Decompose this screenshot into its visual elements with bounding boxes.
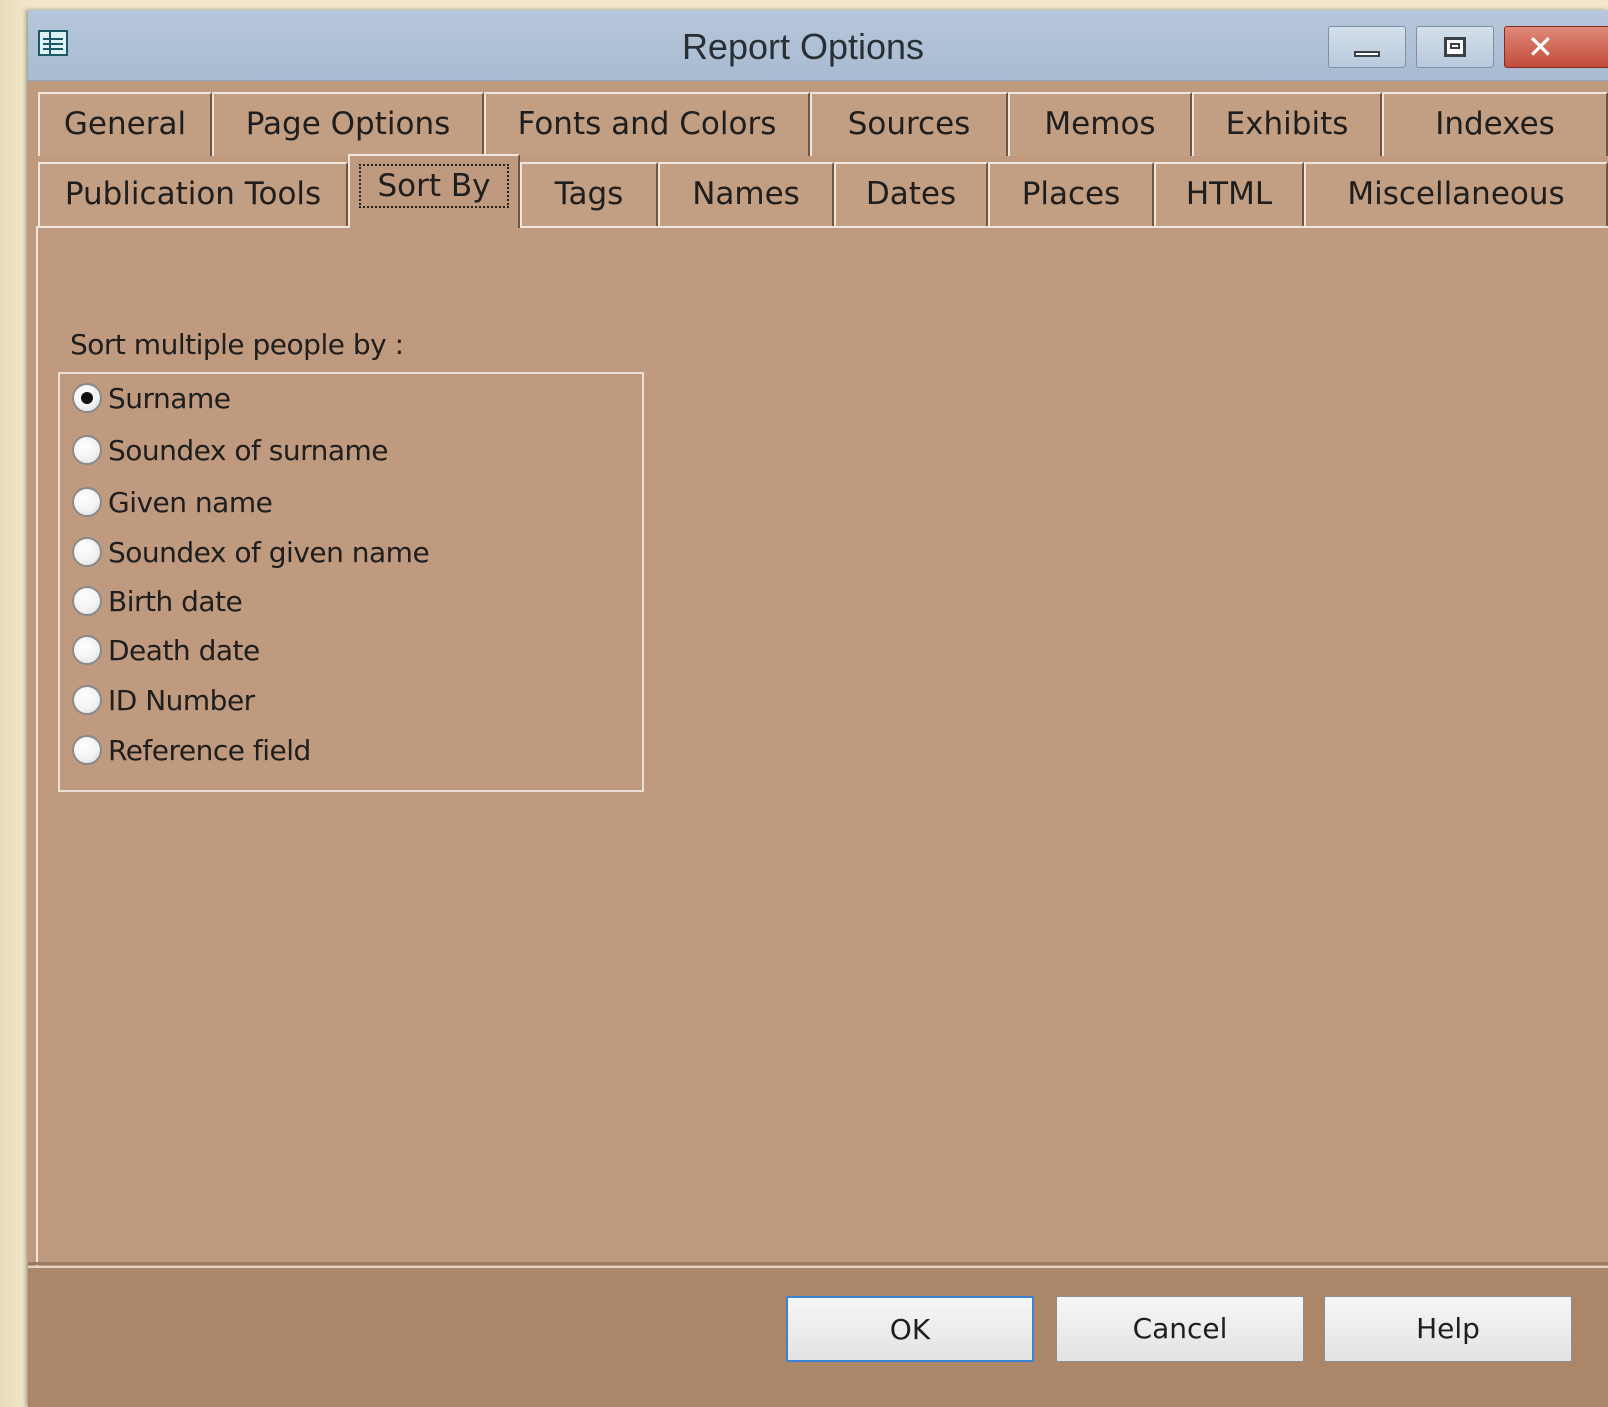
tab-indexes[interactable]: Indexes bbox=[1382, 92, 1608, 156]
tab-sources[interactable]: Sources bbox=[810, 92, 1008, 156]
minimize-button[interactable] bbox=[1328, 26, 1406, 68]
radio-soundex-of-given-name[interactable]: Soundex of given name bbox=[72, 532, 430, 572]
radio-label: ID Number bbox=[108, 683, 255, 717]
radio-label: Soundex of given name bbox=[108, 535, 430, 569]
title-bar[interactable]: Report Options ✕ bbox=[28, 10, 1608, 81]
tab-exhibits[interactable]: Exhibits bbox=[1192, 92, 1382, 156]
radio-given-name[interactable]: Given name bbox=[72, 482, 273, 522]
radio-label: Birth date bbox=[108, 584, 243, 618]
radio-button-selected[interactable] bbox=[72, 383, 102, 413]
radio-button[interactable] bbox=[72, 586, 102, 616]
close-button[interactable]: ✕ bbox=[1504, 26, 1608, 68]
help-button[interactable]: Help bbox=[1324, 1296, 1572, 1362]
maximize-button[interactable] bbox=[1416, 26, 1494, 68]
tab-sort-by[interactable]: Sort By bbox=[348, 154, 520, 228]
radio-label: Soundex of surname bbox=[108, 433, 389, 467]
footer-separator bbox=[28, 1262, 1608, 1265]
cancel-button[interactable]: Cancel bbox=[1056, 1296, 1304, 1362]
tab-names[interactable]: Names bbox=[658, 162, 834, 226]
radio-label: Death date bbox=[108, 633, 260, 667]
radio-button[interactable] bbox=[72, 735, 102, 765]
radio-button[interactable] bbox=[72, 685, 102, 715]
tab-fonts-and-colors[interactable]: Fonts and Colors bbox=[484, 92, 810, 156]
ok-button[interactable]: OK bbox=[786, 1296, 1034, 1362]
radio-label: Surname bbox=[108, 381, 231, 415]
tab-divider bbox=[36, 226, 1608, 228]
tab-memos[interactable]: Memos bbox=[1008, 92, 1192, 156]
tab-places[interactable]: Places bbox=[988, 162, 1154, 226]
radio-reference-field[interactable]: Reference field bbox=[72, 730, 311, 770]
tab-sort-by-label: Sort By bbox=[359, 164, 509, 208]
radio-button[interactable] bbox=[72, 435, 102, 465]
maximize-icon bbox=[1444, 37, 1466, 57]
close-icon: ✕ bbox=[1527, 29, 1554, 65]
tab-miscellaneous[interactable]: Miscellaneous bbox=[1304, 162, 1608, 226]
radio-id-number[interactable]: ID Number bbox=[72, 680, 255, 720]
sort-label: Sort multiple people by : bbox=[70, 328, 404, 361]
radio-birth-date[interactable]: Birth date bbox=[72, 581, 243, 621]
tab-general[interactable]: General bbox=[38, 92, 212, 156]
radio-button[interactable] bbox=[72, 487, 102, 517]
radio-button[interactable] bbox=[72, 537, 102, 567]
radio-label: Given name bbox=[108, 485, 273, 519]
report-options-dialog: Report Options ✕ General Page Options Fo… bbox=[28, 10, 1608, 1407]
radio-button[interactable] bbox=[72, 635, 102, 665]
tab-publication-tools[interactable]: Publication Tools bbox=[38, 162, 348, 226]
radio-soundex-of-surname[interactable]: Soundex of surname bbox=[72, 430, 389, 470]
minimize-icon bbox=[1354, 51, 1380, 57]
tab-tags[interactable]: Tags bbox=[520, 162, 658, 226]
tab-html[interactable]: HTML bbox=[1154, 162, 1304, 226]
radio-death-date[interactable]: Death date bbox=[72, 630, 260, 670]
tab-page-options[interactable]: Page Options bbox=[212, 92, 484, 156]
radio-surname[interactable]: Surname bbox=[72, 378, 231, 418]
radio-label: Reference field bbox=[108, 733, 311, 767]
tab-dates[interactable]: Dates bbox=[834, 162, 988, 226]
